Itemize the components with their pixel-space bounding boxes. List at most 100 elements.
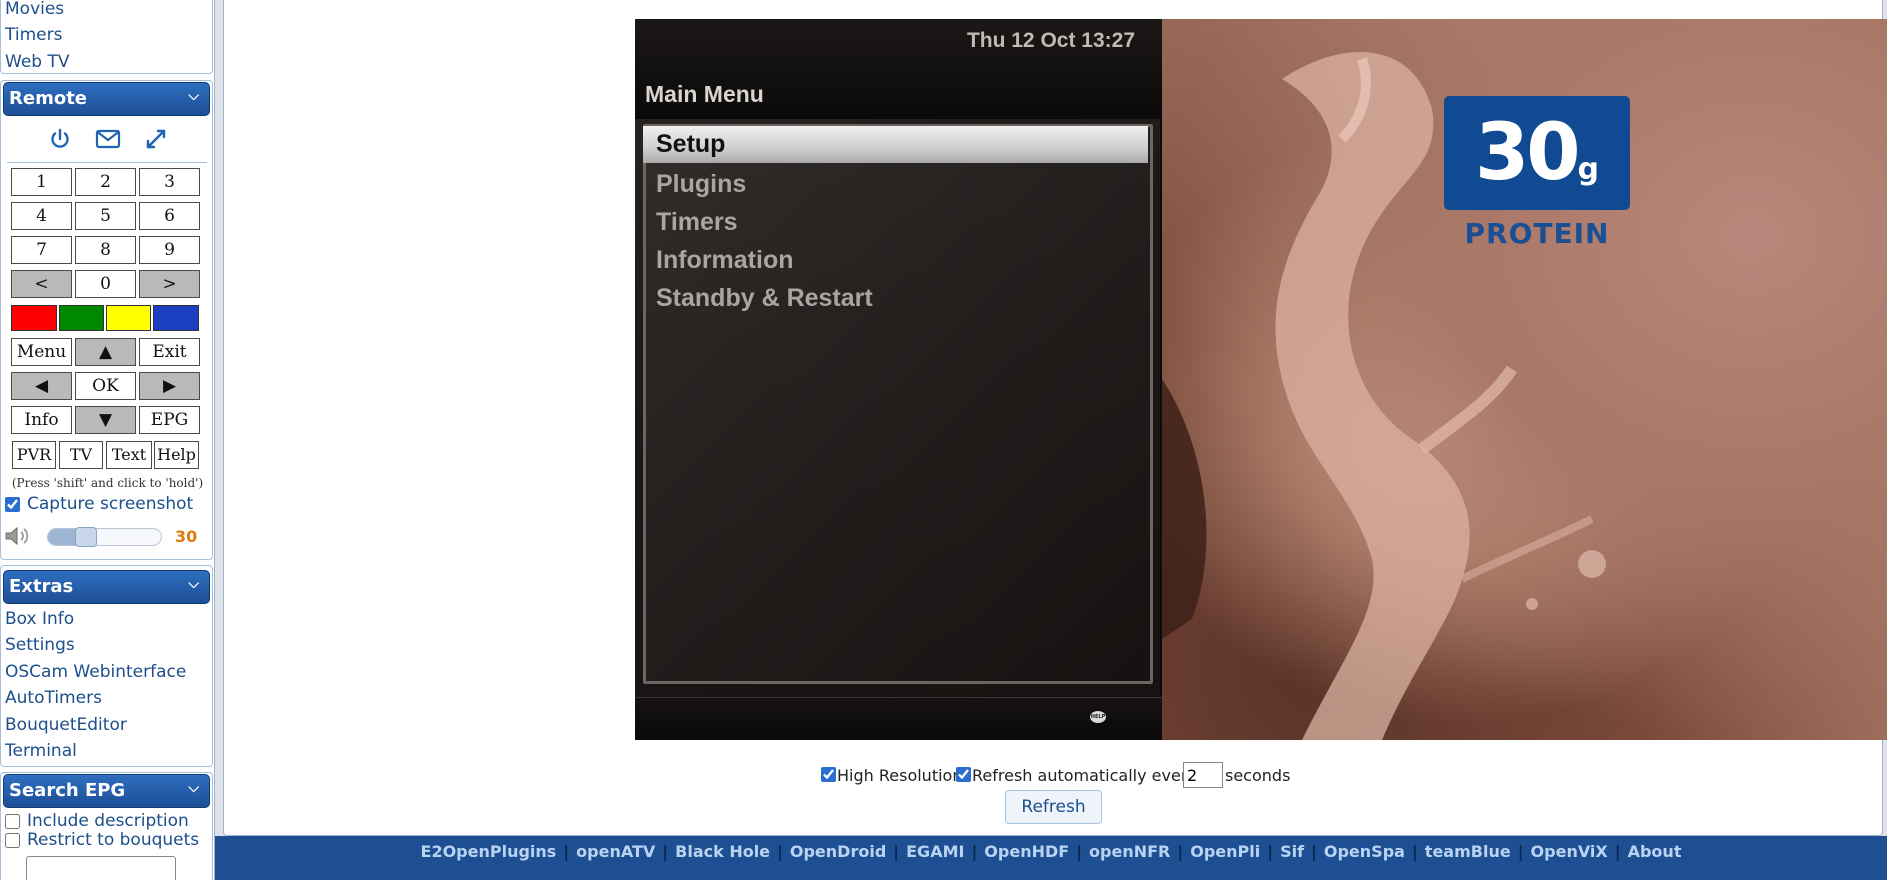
footer-link-openhdf[interactable]: OpenHDF bbox=[984, 842, 1069, 861]
hold-hint: (Press 'shift' and click to 'hold') bbox=[11, 476, 204, 490]
remote-panel: Remote ⌵ 1 2 3 4 5 6 7 8 9 < 0 > Menu ▲ bbox=[0, 80, 213, 560]
key-3[interactable]: 3 bbox=[139, 168, 200, 196]
key-info[interactable]: Info bbox=[11, 406, 72, 434]
key-left[interactable]: ◀ bbox=[11, 372, 72, 400]
green-key[interactable] bbox=[59, 305, 104, 331]
footer-link-black-hole[interactable]: Black Hole bbox=[675, 842, 770, 861]
search-epg-input[interactable] bbox=[26, 856, 176, 880]
remote-header[interactable]: Remote ⌵ bbox=[3, 82, 210, 116]
power-icon[interactable] bbox=[45, 124, 75, 154]
speaker-icon[interactable] bbox=[3, 524, 35, 552]
capture-screenshot-label: Capture screenshot bbox=[27, 494, 194, 514]
footer-link-opennfr[interactable]: openNFR bbox=[1089, 842, 1170, 861]
key-text[interactable]: Text bbox=[106, 441, 152, 469]
volume-slider[interactable] bbox=[47, 527, 162, 547]
capture-screenshot-checkbox[interactable] bbox=[5, 497, 20, 512]
key-pvr[interactable]: PVR bbox=[12, 441, 56, 469]
tv-screenshot[interactable]: Thu 12 Oct 13:27 Main Menu Setup Plugins… bbox=[635, 19, 1887, 740]
key-next[interactable]: > bbox=[139, 270, 200, 298]
extras-link-settings[interactable]: Settings bbox=[5, 635, 75, 655]
key-exit[interactable]: Exit bbox=[139, 338, 200, 366]
mail-icon[interactable] bbox=[93, 124, 123, 154]
key-up[interactable]: ▲ bbox=[75, 338, 136, 366]
extras-link-box-info[interactable]: Box Info bbox=[5, 609, 74, 629]
key-menu[interactable]: Menu bbox=[11, 338, 72, 366]
include-description-label: Include description bbox=[27, 811, 189, 831]
footer-link-openatv[interactable]: openATV bbox=[576, 842, 655, 861]
sidebar-link-web-tv[interactable]: Web TV bbox=[5, 52, 69, 72]
fullscreen-icon[interactable] bbox=[141, 124, 171, 154]
menu-item-setup[interactable]: Setup bbox=[643, 126, 1148, 163]
restrict-bouquets-checkbox[interactable] bbox=[5, 833, 20, 848]
blue-key[interactable] bbox=[153, 305, 199, 331]
sidebar-link-movies[interactable]: Movies bbox=[5, 0, 64, 19]
refresh-interval-input[interactable] bbox=[1183, 762, 1223, 788]
help-icon: HELP bbox=[1090, 711, 1106, 723]
key-tv[interactable]: TV bbox=[59, 441, 103, 469]
badge-unit: g bbox=[1577, 152, 1600, 187]
key-1[interactable]: 1 bbox=[11, 168, 72, 196]
key-right[interactable]: ▶ bbox=[139, 372, 200, 400]
key-help[interactable]: Help bbox=[154, 441, 199, 469]
chevron-down-icon: ⌵ bbox=[188, 780, 199, 796]
footer-link-about[interactable]: About bbox=[1628, 842, 1682, 861]
key-5[interactable]: 5 bbox=[75, 202, 136, 230]
protein-label: PROTEIN bbox=[1464, 217, 1610, 250]
key-9[interactable]: 9 bbox=[139, 236, 200, 264]
menu-item-plugins[interactable]: Plugins bbox=[656, 170, 746, 199]
restrict-bouquets-label: Restrict to bouquets bbox=[27, 830, 200, 850]
footer-link-egami[interactable]: EGAMI bbox=[906, 842, 964, 861]
key-down[interactable]: ▼ bbox=[75, 406, 136, 434]
auto-refresh-checkbox[interactable] bbox=[956, 767, 971, 782]
key-ok[interactable]: OK bbox=[75, 372, 136, 400]
include-description-checkbox[interactable] bbox=[5, 814, 20, 829]
menu-item-timers[interactable]: Timers bbox=[656, 208, 738, 237]
extras-panel: Extras ⌵ Box Info Settings OSCam Webinte… bbox=[0, 565, 213, 767]
menu-item-standby-restart[interactable]: Standby & Restart bbox=[656, 284, 873, 313]
footer-link-openspa[interactable]: OpenSpa bbox=[1324, 842, 1405, 861]
volume-thumb[interactable] bbox=[75, 527, 97, 547]
footer-link-openvix[interactable]: OpenViX bbox=[1531, 842, 1608, 861]
badge-amount: 30 bbox=[1474, 108, 1581, 198]
remote-header-label: Remote bbox=[9, 88, 88, 109]
main-content: Thu 12 Oct 13:27 Main Menu Setup Plugins… bbox=[223, 0, 1887, 836]
osd-menu: Thu 12 Oct 13:27 Main Menu Setup Plugins… bbox=[635, 19, 1162, 740]
search-epg-header-label: Search EPG bbox=[9, 780, 126, 801]
sidebar-link-timers[interactable]: Timers bbox=[5, 25, 62, 45]
footer-link-e2openplugins[interactable]: E2OpenPlugins bbox=[421, 842, 557, 861]
extras-link-bouqueteditor[interactable]: BouquetEditor bbox=[5, 715, 127, 735]
search-epg-header[interactable]: Search EPG ⌵ bbox=[3, 774, 210, 808]
menu-item-information[interactable]: Information bbox=[656, 246, 794, 275]
high-resolution-checkbox[interactable] bbox=[821, 767, 836, 782]
auto-refresh-label: Refresh automatically every bbox=[972, 766, 1197, 785]
extras-link-autotimers[interactable]: AutoTimers bbox=[5, 688, 102, 708]
key-7[interactable]: 7 bbox=[11, 236, 72, 264]
yellow-key[interactable] bbox=[106, 305, 151, 331]
key-8[interactable]: 8 bbox=[75, 236, 136, 264]
footer-link-sif[interactable]: Sif bbox=[1280, 842, 1304, 861]
refresh-button[interactable]: Refresh bbox=[1005, 790, 1102, 824]
protein-badge: 30g bbox=[1444, 96, 1630, 210]
footer-link-opendroid[interactable]: OpenDroid bbox=[790, 842, 886, 861]
footer: E2OpenPlugins | openATV | Black Hole | OpenDro… bbox=[215, 836, 1887, 880]
chevron-down-icon: ⌵ bbox=[188, 576, 199, 592]
extras-link-terminal[interactable]: Terminal bbox=[5, 741, 77, 761]
volume-value: 30 bbox=[175, 527, 198, 546]
chevron-down-icon: ⌵ bbox=[188, 88, 199, 104]
key-4[interactable]: 4 bbox=[11, 202, 72, 230]
nav-panel: Movies Timers Web TV bbox=[0, 0, 213, 74]
osd-clock: Thu 12 Oct 13:27 bbox=[966, 29, 1135, 52]
key-epg[interactable]: EPG bbox=[139, 406, 200, 434]
footer-link-teamblue[interactable]: teamBlue bbox=[1425, 842, 1511, 861]
osd-bottom-bar bbox=[635, 697, 1162, 740]
footer-link-openpli[interactable]: OpenPli bbox=[1190, 842, 1260, 861]
key-2[interactable]: 2 bbox=[75, 168, 136, 196]
extras-link-oscam[interactable]: OSCam Webinterface bbox=[5, 662, 186, 682]
sidebar: Movies Timers Web TV Remote ⌵ 1 2 3 4 5 … bbox=[0, 0, 215, 880]
red-key[interactable] bbox=[11, 305, 57, 331]
extras-header-label: Extras bbox=[9, 576, 74, 597]
key-6[interactable]: 6 bbox=[139, 202, 200, 230]
key-prev[interactable]: < bbox=[11, 270, 72, 298]
key-0[interactable]: 0 bbox=[75, 270, 136, 298]
extras-header[interactable]: Extras ⌵ bbox=[3, 570, 210, 604]
